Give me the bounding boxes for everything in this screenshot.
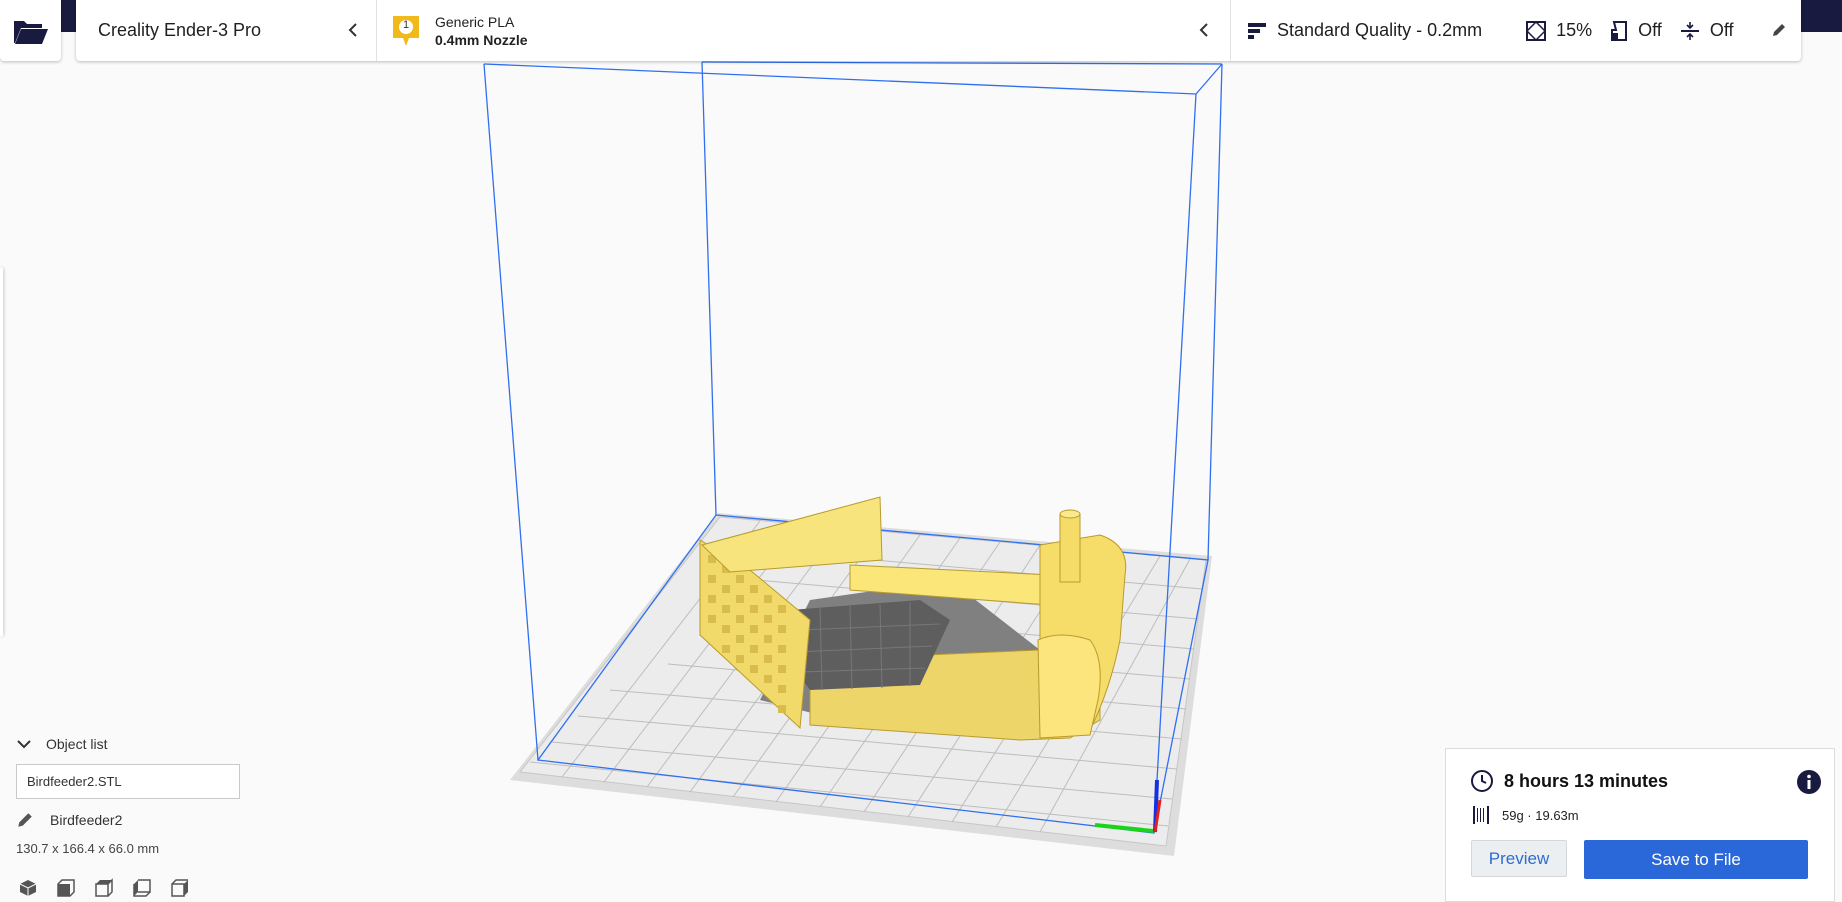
filament-spool-icon xyxy=(1473,806,1489,824)
adhesion-setting: Off xyxy=(1680,20,1734,41)
cube-left-icon xyxy=(133,879,151,897)
model-post xyxy=(1059,513,1081,583)
cube-top-icon xyxy=(95,878,113,897)
support-value: Off xyxy=(1638,20,1662,40)
support-setting: Off xyxy=(1610,20,1662,41)
material-name: Generic PLA xyxy=(435,13,515,30)
quality-profile: Standard Quality - 0.2mm xyxy=(1247,20,1482,41)
print-settings-selector[interactable]: Standard Quality - 0.2mm 15% Off Off xyxy=(1231,0,1801,61)
object-list-panel: Object list Birdfeeder2.STL Birdfeeder2 … xyxy=(16,730,256,900)
stage-menu: Creality Ender-3 Pro 1 Generic PLA 0.4mm… xyxy=(76,0,1801,61)
folder-open-icon xyxy=(13,20,48,44)
nozzle-size: 0.4mm Nozzle xyxy=(435,31,528,48)
infill-icon xyxy=(1526,20,1547,41)
edit-settings-button[interactable] xyxy=(1771,22,1789,40)
preview-button[interactable]: Preview xyxy=(1471,840,1567,877)
printer-selector[interactable]: Creality Ender-3 Pro xyxy=(76,0,377,61)
infill-value: 15% xyxy=(1556,20,1593,40)
view-left-button[interactable] xyxy=(130,876,154,900)
extruder-badge: 1 xyxy=(391,14,421,48)
infill-setting: 15% xyxy=(1526,20,1592,41)
quality-icon xyxy=(1248,22,1266,39)
printer-name: Creality Ender-3 Pro xyxy=(98,20,262,40)
print-time: 8 hours 13 minutes xyxy=(1470,769,1668,793)
clock-icon xyxy=(1471,770,1493,792)
object-name-row[interactable]: Birdfeeder2 xyxy=(16,811,256,829)
print-time-value: 8 hours 13 minutes xyxy=(1504,770,1669,791)
cube-right-icon xyxy=(171,879,188,897)
view-3d-button[interactable] xyxy=(16,876,40,900)
support-icon xyxy=(1611,20,1628,41)
material-selector[interactable]: 1 Generic PLA 0.4mm Nozzle xyxy=(377,0,1231,61)
chevron-left-icon xyxy=(342,19,364,41)
info-icon xyxy=(1797,770,1821,794)
save-to-file-button[interactable]: Save to File xyxy=(1584,840,1808,879)
cube-3d-icon xyxy=(19,880,37,896)
tool-panel-edge[interactable] xyxy=(0,268,3,636)
view-top-button[interactable] xyxy=(92,876,116,900)
cube-front-icon xyxy=(57,879,75,897)
material-usage-value: 59g · 19.63m xyxy=(1502,807,1579,823)
pencil-icon xyxy=(1773,24,1785,36)
view-front-button[interactable] xyxy=(54,876,78,900)
chevron-down-icon xyxy=(17,740,31,749)
model-corner xyxy=(1037,634,1101,739)
open-file-button[interactable] xyxy=(0,0,61,61)
chevron-left-icon xyxy=(1193,19,1215,41)
object-dimensions: 130.7 x 166.4 x 66.0 mm xyxy=(16,841,160,856)
material-usage: 59g · 19.63m xyxy=(1472,805,1579,825)
pencil-icon xyxy=(18,813,32,827)
view-right-button[interactable] xyxy=(168,876,192,900)
print-info-panel: 8 hours 13 minutes 59g · 19.63m Preview … xyxy=(1445,748,1835,902)
object-list-item[interactable]: Birdfeeder2.STL xyxy=(16,764,240,799)
object-list-toggle[interactable]: Object list xyxy=(16,730,256,758)
view-orientation-buttons xyxy=(16,876,256,900)
print-details-button[interactable] xyxy=(1796,769,1822,795)
object-name: Birdfeeder2 xyxy=(50,812,123,828)
model-post-top xyxy=(1059,509,1081,519)
object-list-title: Object list xyxy=(46,736,108,752)
quality-label: Standard Quality - 0.2mm xyxy=(1277,20,1483,40)
extruder-number: 1 xyxy=(402,18,410,31)
adhesion-value: Off xyxy=(1709,20,1734,40)
adhesion-icon xyxy=(1680,21,1699,40)
